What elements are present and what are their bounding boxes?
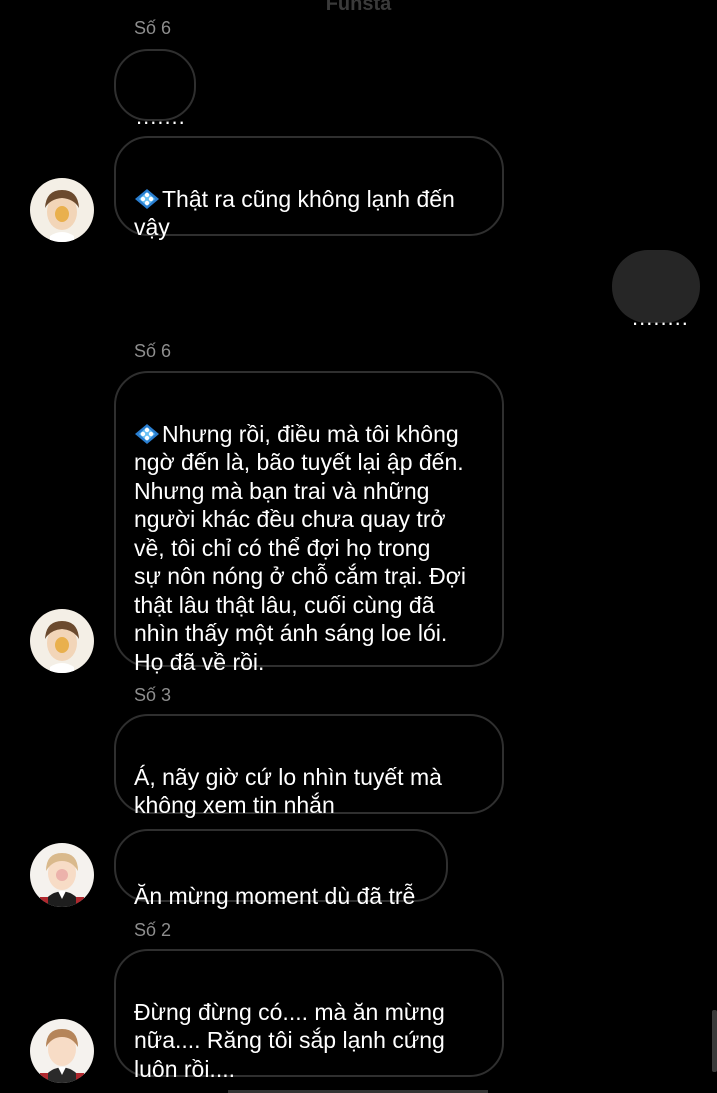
- message-text: Thật ra cũng không lạnh đến vậy: [134, 185, 455, 241]
- chat-title: Funsta: [325, 0, 392, 15]
- avatar[interactable]: [30, 843, 94, 907]
- scrollbar[interactable]: [712, 1010, 717, 1072]
- sender-name: Số 3: [134, 685, 172, 705]
- message-bubble[interactable]: Thật ra cũng không lạnh đến vậy: [114, 136, 504, 240]
- message-bubble[interactable]: .......: [114, 49, 196, 129]
- message-bubble[interactable]: Nhưng rồi, điều mà tôi không ngờ đến là,…: [114, 371, 504, 675]
- sender-name: Số 2: [134, 920, 172, 940]
- avatar[interactable]: [30, 178, 94, 242]
- message-bubble[interactable]: Đừng đừng có.... mà ăn mừng nữa.... Răng…: [114, 949, 504, 1082]
- message-text: Ăn mừng moment dù đã trễ: [134, 882, 416, 909]
- diamond-sparkle-icon: [135, 188, 159, 209]
- avatar[interactable]: [30, 1019, 94, 1083]
- message-text: .......: [136, 103, 186, 129]
- diamond-sparkle-icon: [135, 423, 159, 444]
- message-text: Á, nãy giờ cứ lo nhìn tuyết mà không xem…: [134, 763, 442, 819]
- message-bubble[interactable]: Á, nãy giờ cứ lo nhìn tuyết mà không xem…: [114, 714, 504, 818]
- message-text: ........: [632, 304, 689, 330]
- avatar[interactable]: [30, 609, 94, 673]
- outgoing-message-bubble[interactable]: ........: [612, 250, 700, 330]
- message-text: Nhưng rồi, điều mà tôi không ngờ đến là,…: [134, 420, 466, 675]
- sender-name: Số 6: [134, 341, 172, 361]
- sender-name: Số 6: [134, 18, 172, 38]
- message-text: Đừng đừng có.... mà ăn mừng nữa.... Răng…: [134, 998, 445, 1082]
- message-bubble[interactable]: Ăn mừng moment dù đã trễ: [114, 829, 448, 909]
